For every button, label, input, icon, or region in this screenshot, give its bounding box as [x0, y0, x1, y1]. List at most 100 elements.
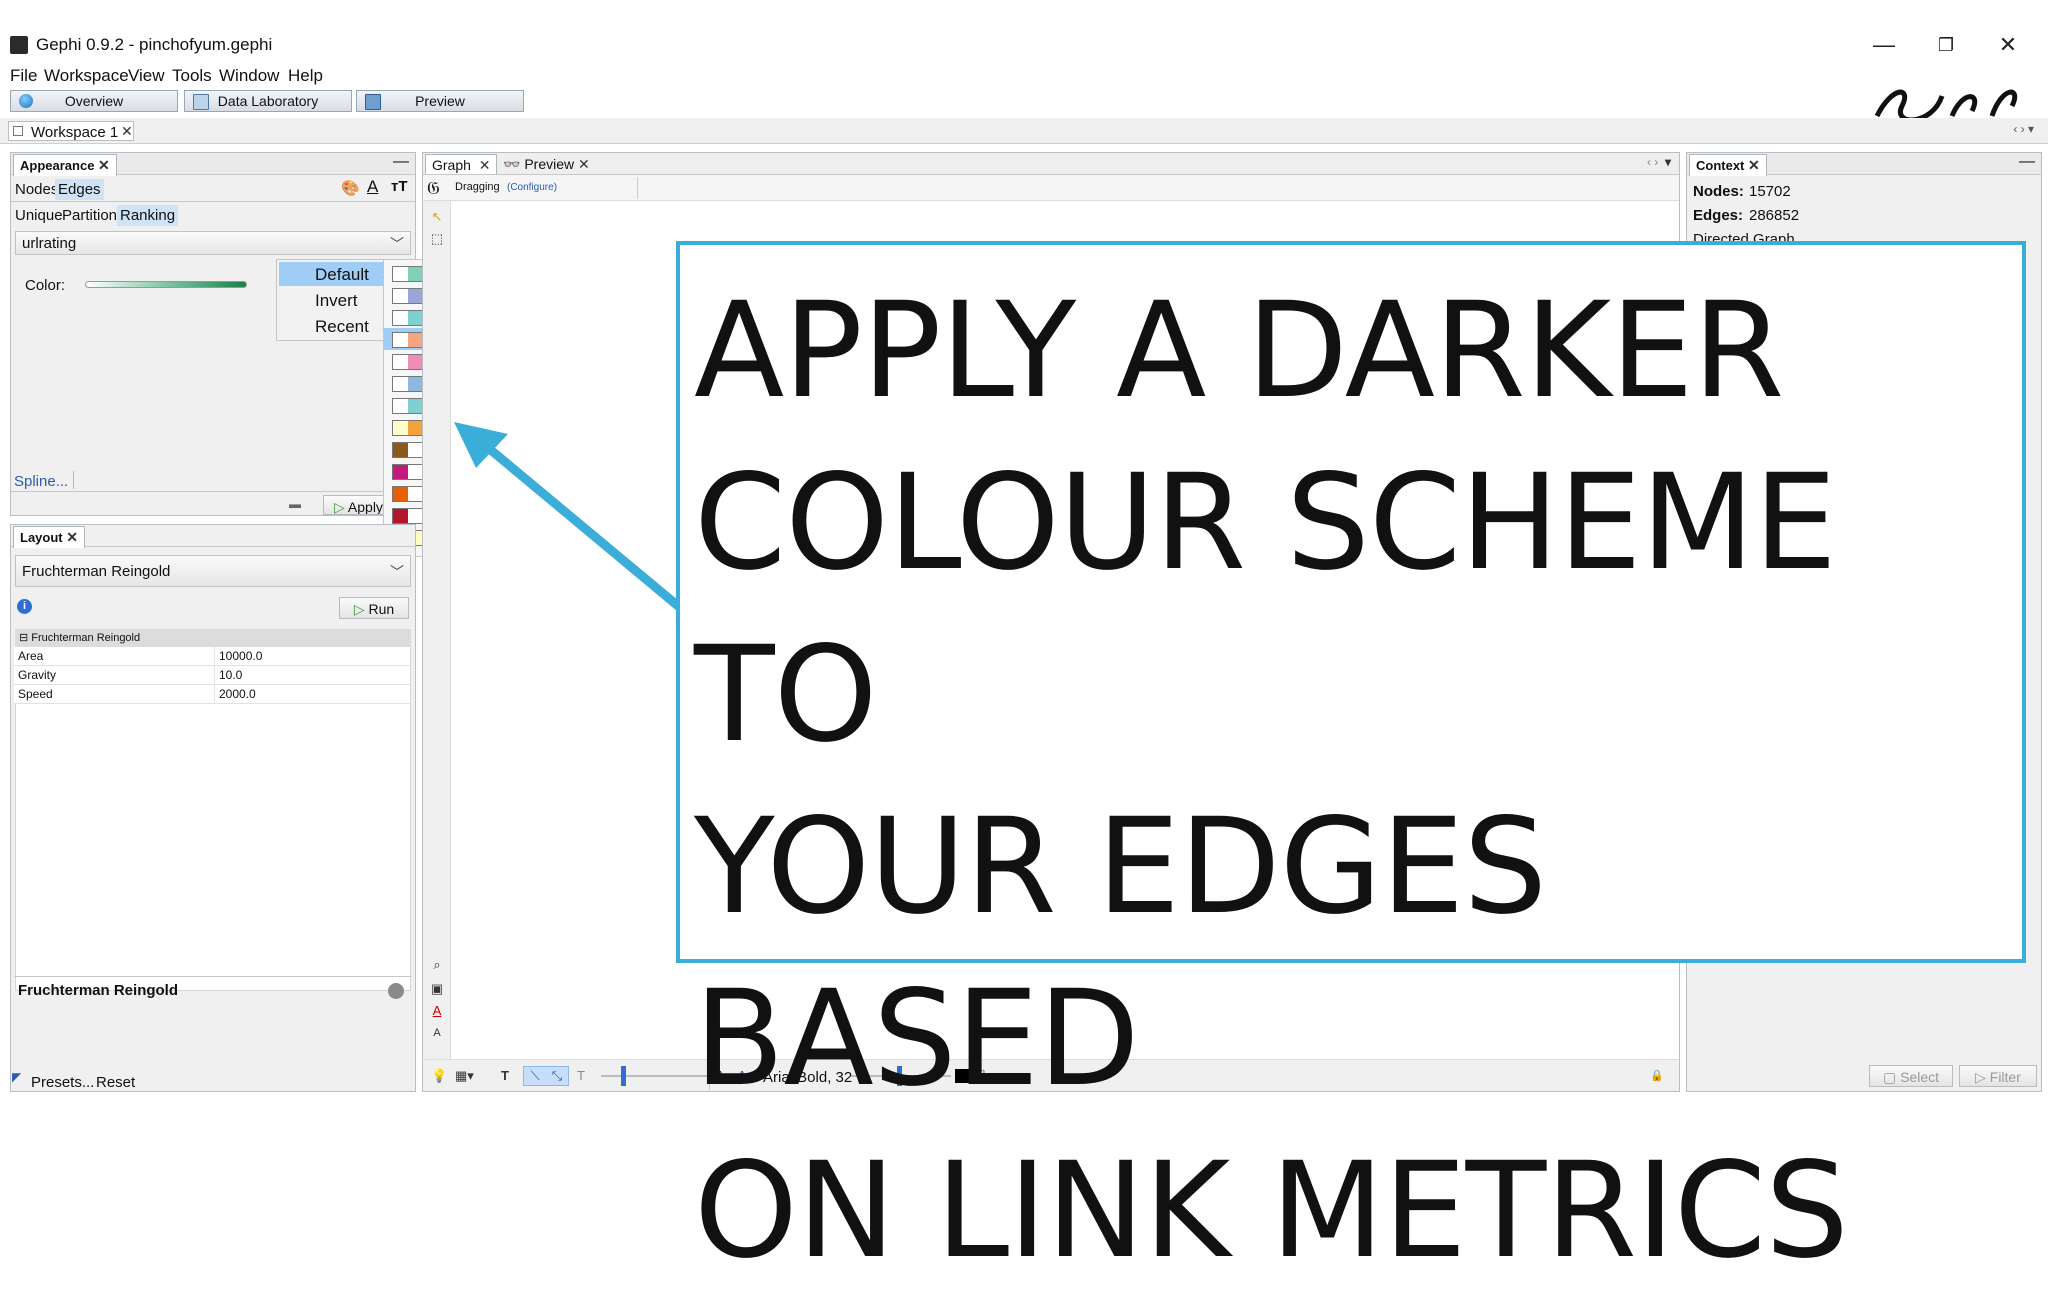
workspace-scroll-arrows[interactable]: ‹ › ▾ [2013, 122, 2034, 136]
layout-description-title: Fruchterman Reingold [18, 982, 179, 999]
menu-window[interactable]: Window [219, 64, 279, 88]
appearance-tab[interactable]: Appearance ✕ [13, 154, 117, 176]
menu-view[interactable]: View [128, 64, 165, 88]
palette-icon[interactable]: 🎨 [341, 179, 360, 197]
edge-label-icon[interactable]: T [573, 1068, 589, 1084]
close-workspace-icon[interactable]: ✕ [121, 121, 133, 141]
label-color-icon[interactable]: A [367, 177, 378, 197]
callout-line: COLOUR SCHEME TO [694, 446, 1837, 772]
menu-item-default[interactable]: Default › [279, 262, 389, 286]
menu-tools[interactable]: Tools [172, 64, 212, 88]
attribute-dropdown[interactable]: urlrating ﹀ [15, 231, 411, 255]
menu-bar: File Workspace View Tools Window Help [0, 64, 2048, 88]
spline-link[interactable]: Spline... [14, 473, 68, 490]
drag-tool-icon[interactable]: 𝔊 [427, 178, 440, 199]
graph-preview-tab[interactable]: 👓 Preview ✕ [497, 154, 596, 174]
configure-link[interactable]: (Configure) [507, 182, 557, 193]
nodes-count: 15702 [1749, 183, 1791, 200]
properties-section-header[interactable]: ⊟ Fruchterman Reingold [15, 629, 411, 647]
restore-icon[interactable]: ❐ [1922, 28, 1970, 62]
graph-tool-sidebar: ↖ ⬚ ⌕ ▣ A A [423, 201, 451, 1059]
nodes-tab[interactable]: Nodes [15, 181, 58, 198]
close-layout-icon: ✕ [66, 529, 78, 545]
workspace-icon [13, 126, 23, 136]
property-row-area[interactable]: Area 10000.0 [14, 647, 410, 666]
palette-color-cell [393, 289, 409, 303]
palette-color-cell [393, 509, 409, 523]
partition-tab[interactable]: Partition [62, 207, 117, 224]
property-row-speed[interactable]: Speed 2000.0 [14, 685, 410, 704]
workspace-tab[interactable]: Workspace 1 ✕ [8, 121, 134, 141]
reset-button[interactable]: Reset [96, 1074, 135, 1091]
tab-preview[interactable]: Preview [356, 90, 524, 112]
label-size-small-icon[interactable]: A [429, 1025, 445, 1041]
presets-button[interactable]: Presets... [31, 1074, 94, 1091]
minimize-panel-icon[interactable]: — [2019, 153, 2035, 171]
menu-file[interactable]: File [10, 64, 37, 88]
background-color-icon[interactable]: ▣ [429, 981, 445, 997]
monitor-icon [365, 94, 381, 110]
grip-icon: ▬ [289, 497, 301, 511]
gephi-logo-icon [10, 36, 28, 54]
color-gradient-bar[interactable] [85, 281, 247, 288]
menu-item-recent[interactable]: Recent › [279, 314, 389, 338]
chevron-down-icon: ﹀ [390, 564, 404, 580]
ranking-tab[interactable]: Ranking [117, 205, 179, 226]
edges-label: Edges: [1693, 207, 1744, 224]
palette-color-cell [393, 421, 409, 435]
palette-color-cell [393, 465, 409, 479]
tab-nav-arrows[interactable]: ‹ › ▾ [1647, 155, 1671, 169]
close-graph-icon: ✕ [478, 157, 491, 173]
chevron-down-icon: ﹀ [390, 236, 404, 252]
title-bar: Gephi 0.9.2 - pinchofyum.gephi — ❐ ✕ [0, 24, 2048, 66]
close-icon[interactable]: ✕ [1984, 28, 2032, 62]
callout-line: ON LINK METRICS [694, 1134, 1849, 1288]
tab-overview[interactable]: Overview [10, 90, 178, 112]
light-bulb-icon[interactable]: 💡 [431, 1068, 447, 1084]
edge-curved-icon[interactable]: ⤡ [549, 1068, 565, 1084]
layout-header: Layout ✕ [11, 525, 415, 548]
layout-algorithm-dropdown[interactable]: Fruchterman Reingold ﹀ [15, 555, 411, 587]
close-context-icon: ✕ [1748, 157, 1760, 173]
minimize-panel-icon[interactable]: — [393, 153, 409, 171]
label-font-icon[interactable]: A [429, 1003, 445, 1019]
text-tool-icon[interactable]: T [497, 1068, 513, 1084]
graph-tab[interactable]: Graph ✕ [425, 154, 498, 174]
callout-line: APPLY A DARKER [694, 274, 1784, 428]
palette-color-cell [393, 333, 409, 347]
label-size-icon[interactable]: ᴛT [391, 178, 408, 195]
edge-straight-icon[interactable]: ⟍ [527, 1068, 543, 1084]
palette-color-cell [393, 311, 409, 325]
status-dot-icon [388, 983, 404, 999]
gephi-brand-art [1872, 86, 2042, 120]
info-icon[interactable]: i [17, 599, 32, 614]
menu-workspace[interactable]: Workspace [44, 64, 129, 88]
context-header: Context ✕ — [1687, 153, 2041, 176]
rectangle-select-icon[interactable]: ⬚ [429, 231, 445, 247]
color-label: Color: [25, 277, 66, 294]
globe-icon [19, 94, 33, 108]
run-button[interactable]: ▷ Run [339, 597, 409, 619]
zoom-icon[interactable]: ⌕ [429, 957, 445, 973]
annotation-arrow [454, 422, 683, 611]
minimize-icon[interactable]: — [1860, 28, 1908, 62]
property-row-gravity[interactable]: Gravity 10.0 [14, 666, 410, 685]
menu-item-invert[interactable]: Invert [279, 288, 389, 312]
palette-color-cell [393, 267, 409, 281]
edge-scale-slider-thumb[interactable] [621, 1066, 626, 1086]
context-tab[interactable]: Context ✕ [1689, 154, 1767, 176]
screenshot-icon[interactable]: ▦▾ [455, 1068, 474, 1084]
select-arrow-icon[interactable]: ↖ [429, 209, 445, 225]
close-appearance-icon: ✕ [98, 157, 110, 173]
layout-panel: Layout ✕ Fruchterman Reingold ﹀ i ▷ Run … [10, 524, 416, 1092]
edges-tab[interactable]: Edges [55, 179, 104, 200]
layout-tab[interactable]: Layout ✕ [13, 526, 85, 548]
menu-help[interactable]: Help [288, 64, 323, 88]
unique-tab[interactable]: Unique [15, 207, 63, 224]
palette-color-cell [393, 355, 409, 369]
palette-color-cell [393, 443, 409, 457]
tab-data-laboratory[interactable]: Data Laboratory [184, 90, 352, 112]
play-icon: ▷ [353, 601, 365, 617]
nodes-label: Nodes: [1693, 183, 1744, 200]
table-icon [193, 94, 209, 110]
